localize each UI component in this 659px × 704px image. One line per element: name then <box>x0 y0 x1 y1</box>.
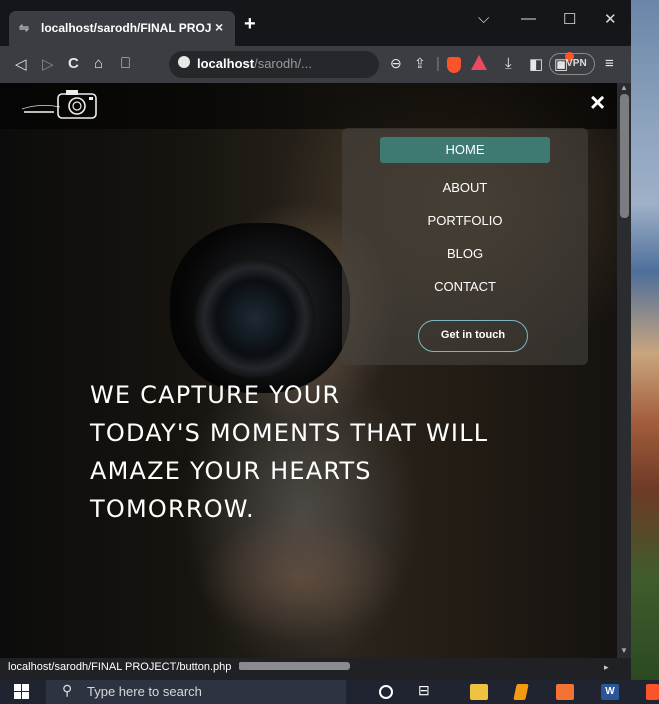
scroll-up-arrow-icon[interactable]: ▲ <box>620 83 628 92</box>
status-bar: localhost/sarodh/FINAL PROJECT/button.ph… <box>0 658 631 680</box>
cortana-icon[interactable] <box>379 685 393 699</box>
bookmark-icon[interactable]: ⎕ <box>121 55 130 72</box>
hero-line: TOMORROW. <box>90 495 255 523</box>
scroll-right-arrow-icon[interactable]: ▸ <box>604 662 609 673</box>
download-icon[interactable]: ⤓ <box>505 55 512 72</box>
file-explorer-icon[interactable] <box>470 684 488 700</box>
hero-line: WE CAPTURE YOUR <box>90 381 341 409</box>
nav-item-contact[interactable]: CONTACT <box>342 279 588 294</box>
word-icon[interactable]: W <box>601 684 619 700</box>
nav-menu-dropdown: HOME ABOUT PORTFOLIO BLOG CONTACT Get in… <box>342 128 588 365</box>
back-icon[interactable]: ◁ <box>15 55 27 73</box>
hero-line: AMAZE YOUR HEARTS <box>90 457 372 485</box>
horizontal-scroll-thumb[interactable] <box>238 662 350 670</box>
home-icon[interactable]: ⌂ <box>94 55 103 72</box>
browser-tab[interactable]: ⇋ localhost/sarodh/FINAL PROJECT × <box>9 11 235 46</box>
minimize-button[interactable]: — <box>521 10 536 27</box>
page-viewport: × HOME ABOUT PORTFOLIO BLOG CONTACT Get … <box>0 83 617 658</box>
status-url: localhost/sarodh/FINAL PROJECT/button.ph… <box>0 659 240 675</box>
sidebar-icon[interactable]: ◧ <box>529 55 543 73</box>
tab-title: localhost/sarodh/FINAL PROJECT <box>41 21 211 35</box>
site-info-icon[interactable] <box>178 56 190 68</box>
address-url: localhost/sarodh/... <box>197 56 312 71</box>
brave-shields-icon[interactable] <box>447 57 461 73</box>
xampp-icon[interactable] <box>556 684 574 700</box>
tab-bar: ⇋ localhost/sarodh/FINAL PROJECT × + ⌵ —… <box>0 0 631 46</box>
reload-icon[interactable]: C <box>68 55 79 72</box>
hero-heading: WE CAPTURE YOUR TODAY'S MOMENTS THAT WIL… <box>90 376 570 528</box>
hero-hand-image <box>200 513 400 643</box>
zoom-icon[interactable]: ⊖ <box>390 55 402 72</box>
camera-lens-image <box>195 258 315 378</box>
vertical-scroll-thumb[interactable] <box>620 94 629 218</box>
vpn-button[interactable]: ● VPN <box>549 53 595 75</box>
toolbar-divider: | <box>436 55 440 72</box>
new-tab-button[interactable]: + <box>244 13 256 36</box>
close-window-button[interactable]: ✕ <box>604 10 617 28</box>
scroll-down-arrow-icon[interactable]: ▼ <box>620 646 628 655</box>
task-view-icon[interactable]: ⊟ <box>418 682 430 699</box>
site-logo[interactable] <box>20 87 102 123</box>
brave-taskbar-icon[interactable] <box>646 684 659 700</box>
browser-toolbar: ◁ ▷ C ⌂ ⎕ localhost/sarodh/... ⊖ ⇪ | ⤓ ◧… <box>0 46 631 83</box>
share-icon[interactable]: ⇪ <box>414 55 426 72</box>
browser-window: ⇋ localhost/sarodh/FINAL PROJECT × + ⌵ —… <box>0 0 631 680</box>
tab-search-chevron-icon[interactable]: ⌵ <box>478 10 489 27</box>
forward-icon[interactable]: ▷ <box>42 55 54 73</box>
windows-taskbar: ⚲ Type here to search ⊟ W <box>0 680 659 704</box>
taskbar-search-box[interactable]: ⚲ Type here to search <box>46 680 346 704</box>
sublime-text-icon[interactable] <box>513 684 529 700</box>
nav-item-about[interactable]: ABOUT <box>342 180 588 195</box>
tab-favicon-icon: ⇋ <box>19 21 30 35</box>
search-icon: ⚲ <box>62 682 73 698</box>
menu-icon[interactable]: ≡ <box>605 55 614 72</box>
brave-rewards-icon[interactable] <box>471 55 487 70</box>
tab-close-button[interactable]: × <box>215 19 223 35</box>
nav-item-portfolio[interactable]: PORTFOLIO <box>342 213 588 228</box>
search-placeholder: Type here to search <box>87 684 202 699</box>
get-in-touch-button[interactable]: Get in touch <box>418 320 528 352</box>
desktop-wallpaper <box>631 0 659 680</box>
nav-item-home[interactable]: HOME <box>380 137 550 163</box>
maximize-button[interactable]: ☐ <box>563 10 576 28</box>
hero-line: TODAY'S MOMENTS THAT WILL <box>90 419 489 447</box>
address-bar[interactable]: localhost/sarodh/... <box>169 51 379 78</box>
site-header: × <box>0 83 617 129</box>
nav-item-blog[interactable]: BLOG <box>342 246 588 261</box>
windows-start-icon[interactable] <box>14 684 30 700</box>
close-menu-button[interactable]: × <box>590 89 605 115</box>
